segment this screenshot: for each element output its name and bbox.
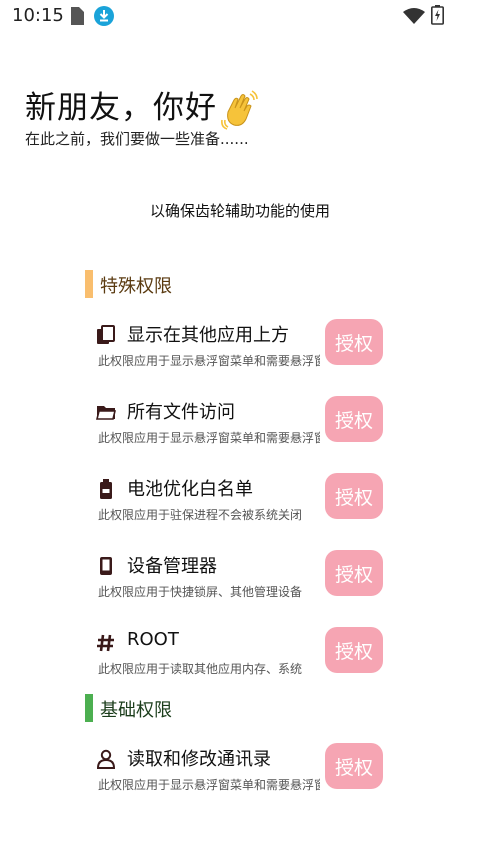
- waving-hand-icon: [221, 89, 258, 130]
- status-time: 10:15: [12, 5, 64, 26]
- grant-button-device-admin[interactable]: 授权: [325, 550, 383, 596]
- perm-title: 设备管理器: [127, 556, 217, 577]
- sim-card-icon: [71, 7, 84, 25]
- grant-button-overlay[interactable]: 授权: [325, 319, 383, 365]
- perm-item-device-admin: 设备管理器 此权限应用于快捷锁屏、其他管理设备 授权: [96, 550, 396, 614]
- status-bar: 10:15: [0, 0, 480, 34]
- section-label: 特殊权限: [100, 276, 172, 297]
- perm-desc: 此权限应用于读取其他应用内存、系统: [98, 662, 303, 676]
- section-accent-bar: [85, 694, 93, 722]
- perm-desc: 此权限应用于显示悬浮窗菜单和需要悬浮窗: [98, 431, 320, 445]
- perm-desc: 此权限应用于驻保进程不会被系统关闭: [98, 508, 303, 522]
- phone-device-icon: [100, 557, 112, 575]
- perm-item-all-files: 所有文件访问 此权限应用于显示悬浮窗菜单和需要悬浮窗 授权: [96, 396, 396, 460]
- section-accent-bar: [85, 270, 93, 298]
- perm-item-overlay: 显示在其他应用上方 此权限应用于显示悬浮窗菜单和需要悬浮窗 授权: [96, 319, 396, 383]
- hashtag-icon: [97, 634, 114, 652]
- grant-button-root[interactable]: 授权: [325, 627, 383, 673]
- perm-item-contacts: 读取和修改通讯录 此权限应用于显示悬浮窗菜单和需要悬浮窗 授权: [96, 743, 396, 807]
- perm-desc: 此权限应用于显示悬浮窗菜单和需要悬浮窗: [98, 354, 320, 368]
- perm-title: 读取和修改通讯录: [127, 749, 271, 770]
- perm-title: 所有文件访问: [127, 402, 235, 423]
- greeting-text: 新朋友，你好: [25, 90, 217, 126]
- wifi-icon: [403, 8, 425, 24]
- perm-item-root: ROOT 此权限应用于读取其他应用内存、系统 授权: [96, 627, 396, 691]
- perm-desc: 此权限应用于快捷锁屏、其他管理设备: [98, 585, 303, 599]
- grant-button-all-files[interactable]: 授权: [325, 396, 383, 442]
- download-icon: [94, 6, 114, 26]
- section-label: 基础权限: [100, 700, 172, 721]
- perm-title: 电池优化白名单: [127, 479, 253, 500]
- perm-desc: 此权限应用于显示悬浮窗菜单和需要悬浮窗: [98, 778, 320, 792]
- greeting-title: 新朋友，你好: [25, 82, 259, 130]
- folder-icon: [96, 406, 116, 420]
- grant-button-battery[interactable]: 授权: [325, 473, 383, 519]
- greeting-subtitle: 在此之前，我们要做一些准备......: [25, 130, 249, 148]
- overlay-window-icon: [97, 325, 115, 344]
- notice-text: 以确保齿轮辅助功能的使用: [149, 202, 330, 220]
- perm-title: 显示在其他应用上方: [127, 325, 289, 346]
- contact-person-icon: [96, 749, 116, 769]
- grant-button-contacts[interactable]: 授权: [325, 743, 383, 789]
- perm-item-battery-whitelist: 电池优化白名单 此权限应用于驻保进程不会被系统关闭 授权: [96, 473, 396, 537]
- battery-charging-icon: [431, 5, 444, 25]
- perm-title: ROOT: [127, 629, 179, 650]
- battery-icon: [100, 479, 112, 499]
